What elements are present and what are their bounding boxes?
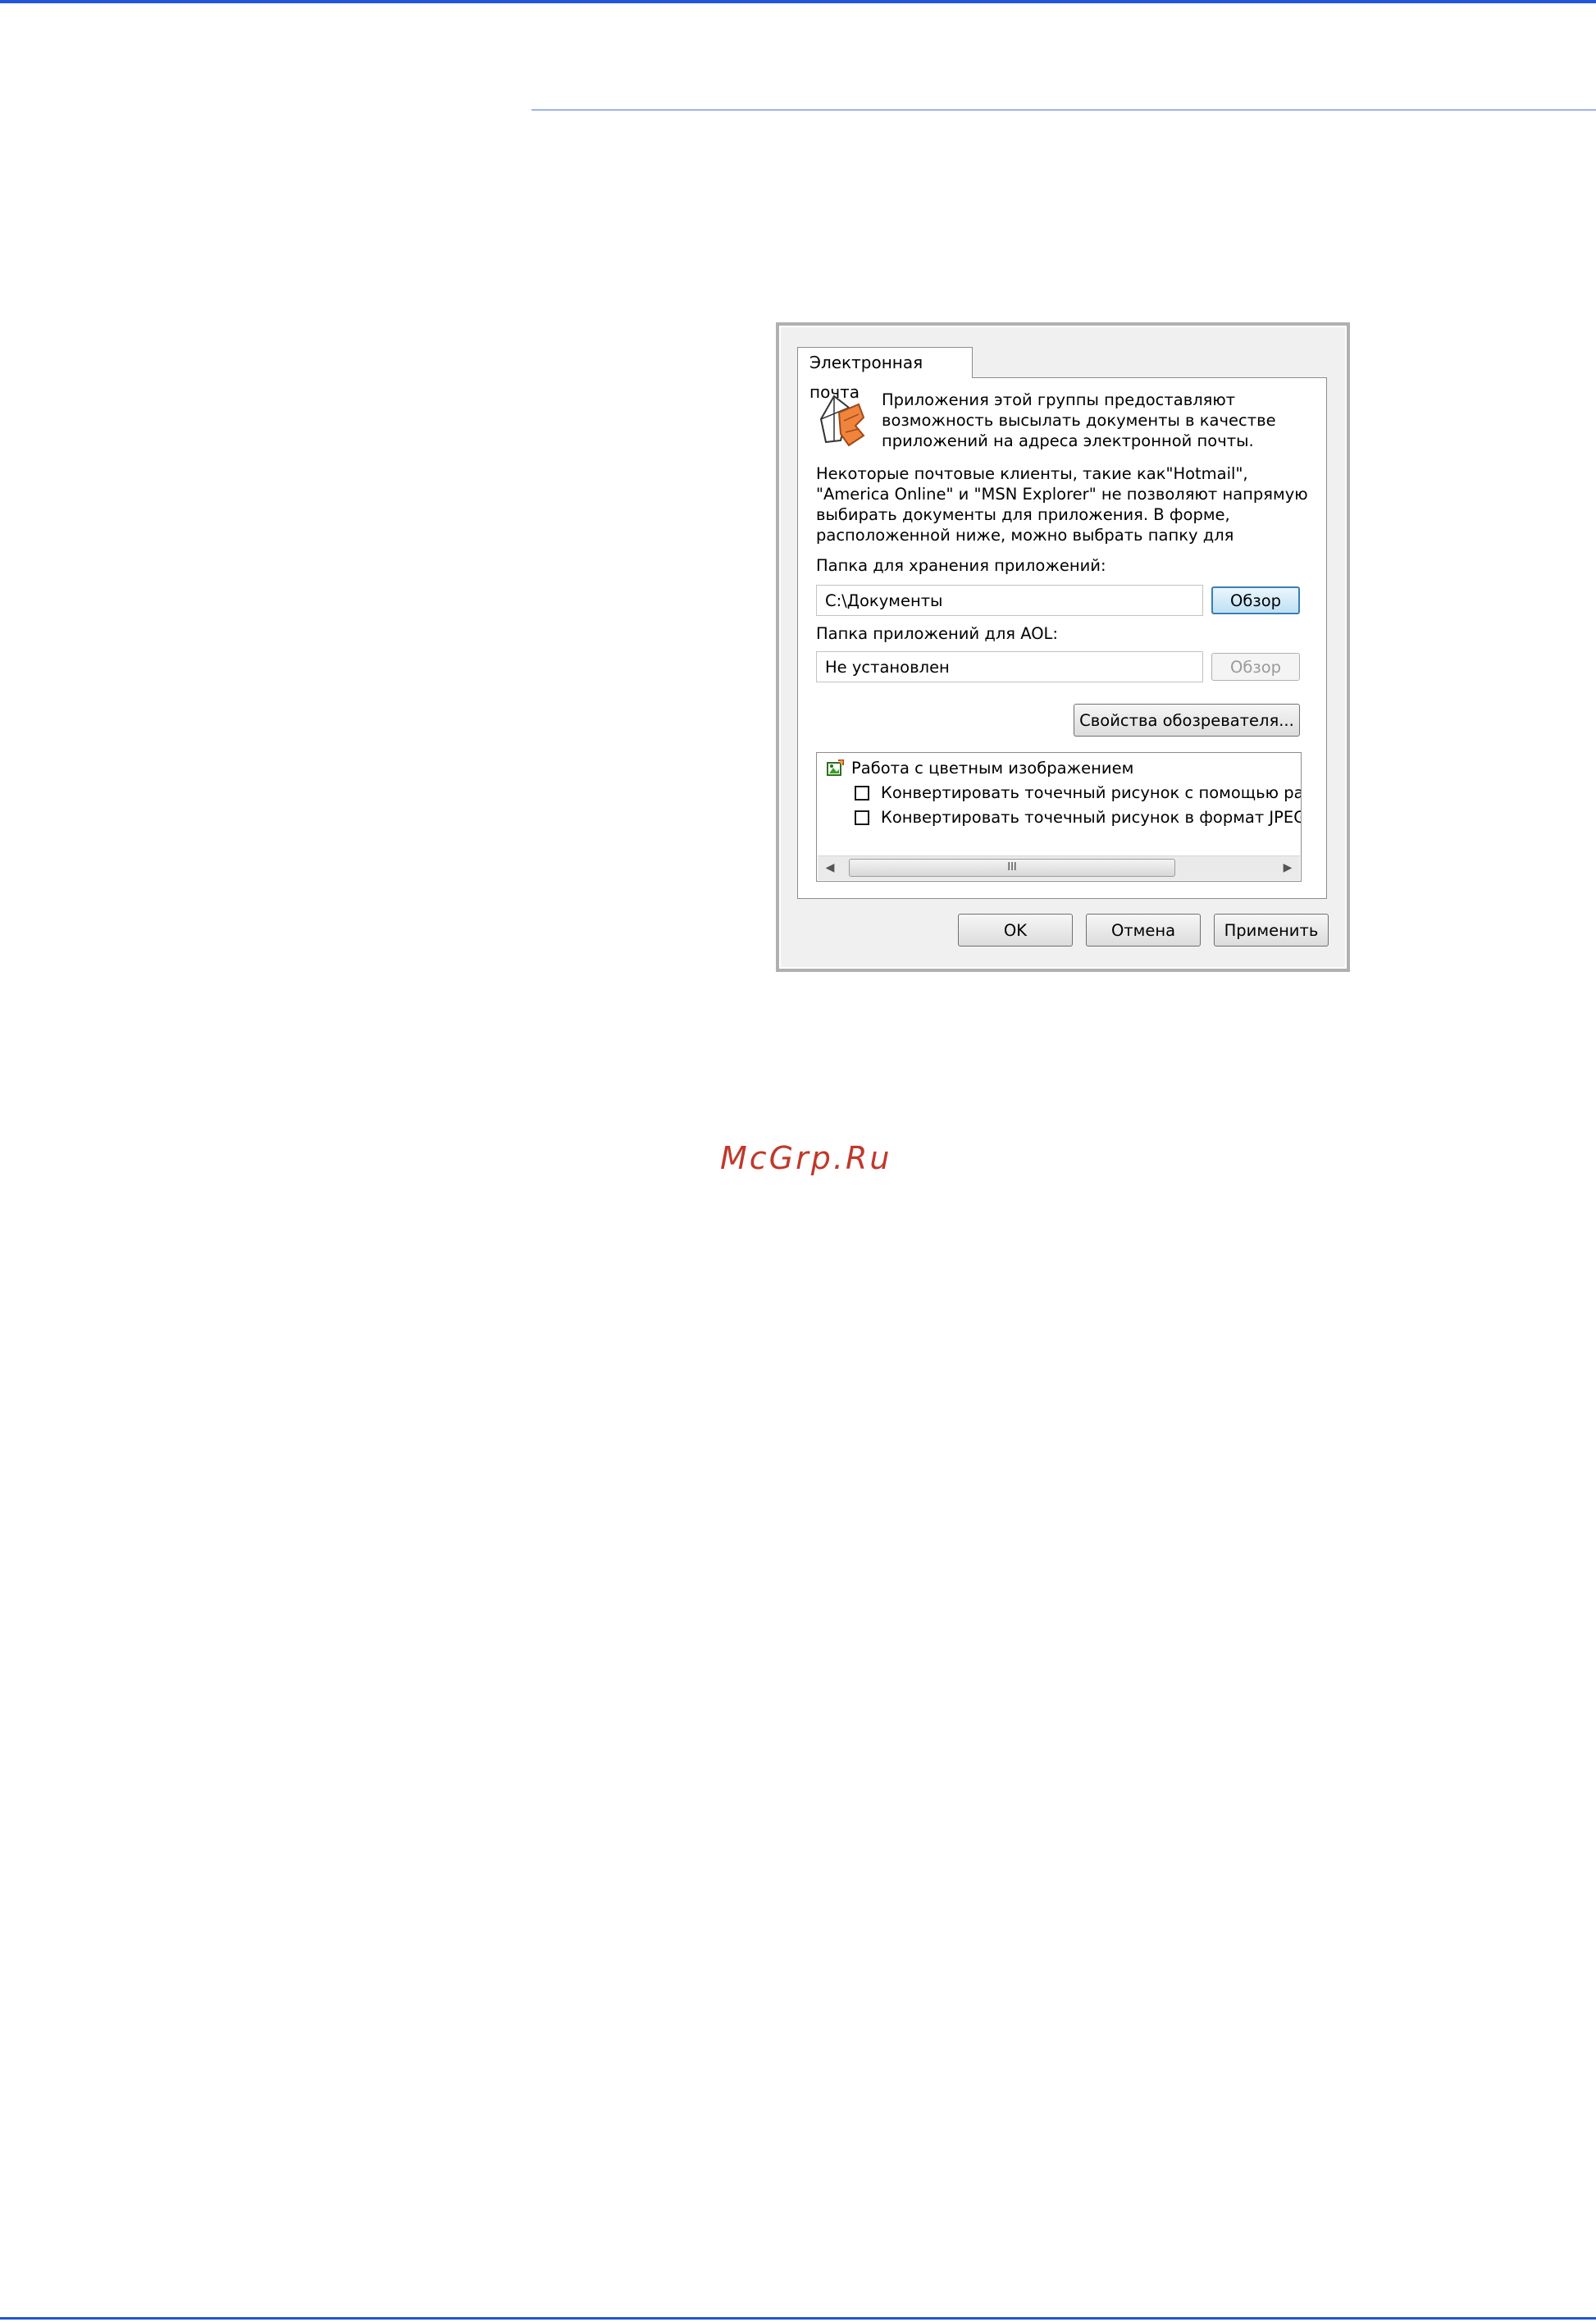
scroll-left-icon[interactable]: ◀: [818, 856, 842, 879]
options-group-label: Работа с цветным изображением: [851, 759, 1134, 778]
options-list[interactable]: Работа с цветным изображением Конвертиро…: [816, 752, 1302, 882]
bottom-rule: [0, 2317, 1596, 2320]
option-label: Конвертировать точечный рисунок в формат…: [881, 808, 1302, 827]
ok-button[interactable]: OK: [958, 914, 1073, 947]
option-item[interactable]: Конвертировать точечный рисунок в формат…: [855, 807, 1302, 828]
option-checkbox[interactable]: [855, 810, 869, 825]
top-rule: [0, 0, 1596, 3]
option-checkbox[interactable]: [855, 786, 869, 801]
email-properties-dialog: Электронная почта Приложения этой группы…: [776, 322, 1350, 972]
cancel-button[interactable]: Отмена: [1086, 914, 1201, 947]
aol-folder-label: Папка приложений для AOL:: [816, 624, 1058, 643]
horizontal-scrollbar[interactable]: ◀ III ▶: [818, 855, 1300, 880]
scroll-thumb[interactable]: III: [849, 859, 1175, 877]
scroll-right-icon[interactable]: ▶: [1275, 856, 1300, 879]
attachments-browse-button[interactable]: Обзор: [1211, 586, 1300, 614]
aol-browse-button: Обзор: [1211, 653, 1300, 681]
options-group-row[interactable]: Работа с цветным изображением: [827, 758, 1133, 779]
option-item[interactable]: Конвертировать точечный рисунок с помощь…: [855, 782, 1302, 804]
note-text: Некоторые почтовые клиенты, такие как"Ho…: [816, 464, 1308, 545]
browser-properties-button[interactable]: Свойства обозревателя...: [1074, 704, 1300, 737]
apply-button[interactable]: Применить: [1214, 914, 1329, 947]
aol-folder-input[interactable]: [816, 651, 1203, 682]
watermark-text: McGrp.Ru: [720, 1140, 892, 1176]
color-image-icon: [827, 759, 845, 777]
intro-text: Приложения этой группы предоставляют воз…: [882, 390, 1276, 450]
tab-email[interactable]: Электронная почта: [797, 347, 973, 402]
tab-panel: Приложения этой группы предоставляют воз…: [797, 377, 1327, 899]
attachments-folder-input[interactable]: [816, 585, 1203, 616]
attachments-folder-label: Папка для хранения приложений:: [816, 556, 1106, 575]
option-label: Конвертировать точечный рисунок с помощь…: [881, 783, 1302, 802]
header-rule: [531, 109, 1596, 111]
